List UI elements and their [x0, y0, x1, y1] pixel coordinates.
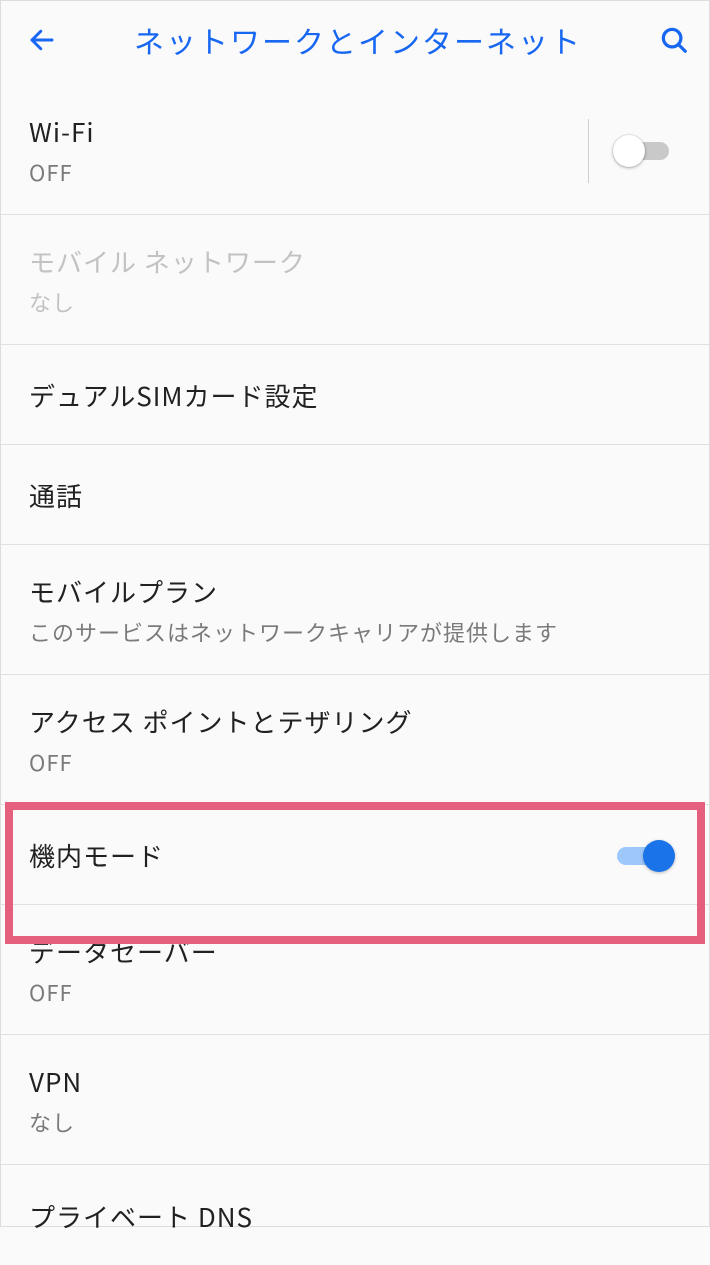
row-private-dns[interactable]: プライベート DNS	[1, 1165, 709, 1265]
row-data-saver-subtitle: OFF	[29, 976, 675, 1008]
row-vpn-subtitle: なし	[29, 1106, 675, 1138]
row-mobile-network-texts: モバイル ネットワーク なし	[29, 243, 675, 318]
row-mobile-network-subtitle: なし	[29, 286, 675, 318]
row-wifi-texts: Wi-Fi OFF	[29, 113, 576, 188]
row-tethering-subtitle: OFF	[29, 746, 675, 778]
switch-thumb	[643, 840, 675, 872]
switch-thumb	[613, 135, 645, 167]
row-call-title: 通話	[29, 477, 675, 514]
back-button[interactable]	[27, 20, 67, 60]
row-vpn-texts: VPN なし	[29, 1063, 675, 1138]
row-tethering-texts: アクセス ポイントとテザリング OFF	[29, 703, 675, 778]
row-private-dns-title: プライベート DNS	[29, 1198, 675, 1235]
airplane-mode-toggle[interactable]	[611, 836, 675, 876]
search-button[interactable]	[649, 20, 689, 60]
wifi-toggle[interactable]	[611, 131, 675, 171]
vertical-divider	[588, 119, 589, 183]
row-data-saver[interactable]: データセーバー OFF	[1, 905, 709, 1035]
row-wifi-subtitle: OFF	[29, 156, 576, 188]
row-dual-sim-texts: デュアルSIMカード設定	[29, 377, 675, 414]
row-dual-sim[interactable]: デュアルSIMカード設定	[1, 345, 709, 445]
settings-list: Wi-Fi OFF モバイル ネットワーク なし デュアルSIMカード設定 通話…	[1, 85, 709, 1265]
row-airplane-mode-title: 機内モード	[29, 837, 611, 874]
row-vpn[interactable]: VPN なし	[1, 1035, 709, 1165]
row-call-texts: 通話	[29, 477, 675, 514]
row-mobile-plan-subtitle: このサービスはネットワークキャリアが提供します	[29, 616, 675, 648]
row-data-saver-texts: データセーバー OFF	[29, 933, 675, 1008]
app-bar: ネットワークとインターネット	[1, 1, 709, 79]
row-mobile-plan-title: モバイルプラン	[29, 573, 675, 610]
row-mobile-network-title: モバイル ネットワーク	[29, 243, 675, 280]
row-mobile-plan[interactable]: モバイルプラン このサービスはネットワークキャリアが提供します	[1, 545, 709, 675]
row-private-dns-texts: プライベート DNS	[29, 1198, 675, 1235]
row-mobile-network: モバイル ネットワーク なし	[1, 215, 709, 345]
row-vpn-title: VPN	[29, 1063, 675, 1100]
row-dual-sim-title: デュアルSIMカード設定	[29, 377, 675, 414]
row-data-saver-title: データセーバー	[29, 933, 675, 970]
arrow-left-icon	[27, 25, 57, 55]
row-mobile-plan-texts: モバイルプラン このサービスはネットワークキャリアが提供します	[29, 573, 675, 648]
row-tethering-title: アクセス ポイントとテザリング	[29, 703, 675, 740]
row-airplane-mode-texts: 機内モード	[29, 837, 611, 874]
row-wifi-title: Wi-Fi	[29, 113, 576, 150]
page-title: ネットワークとインターネット	[67, 18, 649, 62]
row-airplane-mode[interactable]: 機内モード	[1, 805, 709, 905]
row-wifi[interactable]: Wi-Fi OFF	[1, 85, 709, 215]
search-icon	[659, 25, 689, 55]
row-tethering[interactable]: アクセス ポイントとテザリング OFF	[1, 675, 709, 805]
row-call[interactable]: 通話	[1, 445, 709, 545]
